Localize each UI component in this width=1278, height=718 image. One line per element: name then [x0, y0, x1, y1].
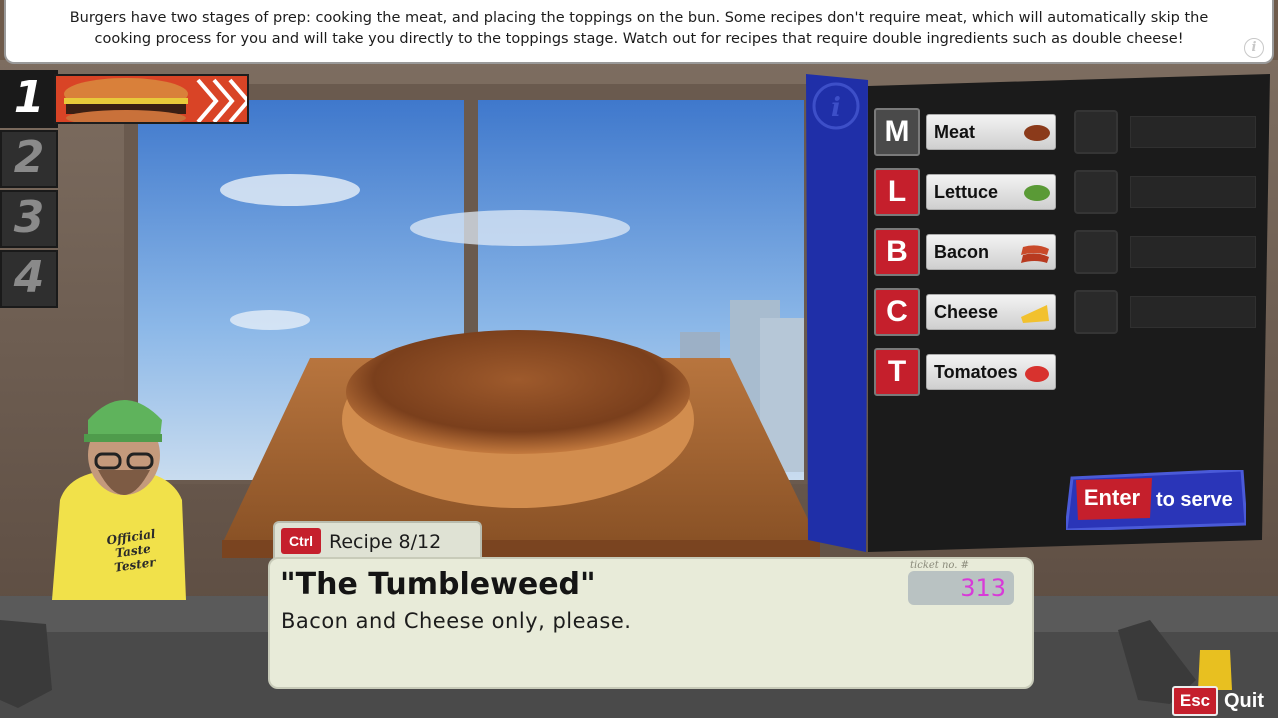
serve-button[interactable]: Enter to serve	[1066, 470, 1246, 530]
cheese-icon	[1021, 305, 1049, 323]
ingredient-bacon[interactable]: B Bacon	[874, 228, 1064, 278]
ticket-number: 313	[908, 571, 1014, 605]
order-slot-4[interactable]: 4	[0, 250, 58, 308]
tomato-icon	[1025, 366, 1049, 382]
key-m[interactable]: M	[874, 108, 920, 156]
enter-key[interactable]: Enter	[1074, 478, 1150, 518]
key-c[interactable]: C	[874, 288, 920, 336]
recipe-tab[interactable]: Ctrl Recipe 8/12	[273, 521, 482, 561]
order-thumbnail	[54, 74, 249, 124]
ingredient-label: Lettuce	[926, 174, 1056, 210]
key-l[interactable]: L	[874, 168, 920, 216]
tip-text: Burgers have two stages of prep: cooking…	[69, 10, 1209, 47]
key-t[interactable]: T	[874, 348, 920, 396]
recipe-name: "The Tumbleweed"	[280, 567, 596, 602]
lettuce-icon	[1024, 185, 1050, 201]
bacon-icon	[1021, 245, 1049, 263]
ingredient-tomatoes[interactable]: T Tomatoes	[874, 348, 1064, 398]
meat-icon	[1024, 125, 1050, 141]
ingredient-cheese[interactable]: C Cheese	[874, 288, 1064, 338]
tip-banner: Burgers have two stages of prep: cooking…	[4, 0, 1274, 64]
order-slot-3[interactable]: 3	[0, 190, 58, 248]
serve-label: to serve	[1156, 489, 1233, 511]
esc-key[interactable]: Esc	[1172, 686, 1218, 716]
ingredient-label: Cheese	[926, 294, 1056, 330]
recipe-description: Bacon and Cheese only, please.	[281, 609, 632, 633]
order-slot-1[interactable]: 1	[0, 70, 58, 128]
recipe-count: Recipe 8/12	[329, 531, 442, 553]
quit-button[interactable]: Esc Quit	[1168, 682, 1278, 718]
ctrl-key[interactable]: Ctrl	[281, 528, 321, 554]
ingredient-label: Bacon	[926, 234, 1056, 270]
order-slot-2[interactable]: 2	[0, 130, 58, 188]
ingredient-lettuce[interactable]: L Lettuce	[874, 168, 1064, 218]
recipe-card: "The Tumbleweed" Bacon and Cheese only, …	[268, 557, 1034, 689]
ingredient-meat[interactable]: M Meat	[874, 108, 1064, 158]
key-b[interactable]: B	[874, 228, 920, 276]
quit-label: Quit	[1224, 690, 1264, 712]
info-icon[interactable]: i	[1244, 38, 1264, 58]
svg-text:i: i	[831, 93, 841, 123]
burger-progress-icon	[56, 76, 247, 122]
ingredient-label: Tomatoes	[926, 354, 1056, 390]
ingredient-label: Meat	[926, 114, 1056, 150]
